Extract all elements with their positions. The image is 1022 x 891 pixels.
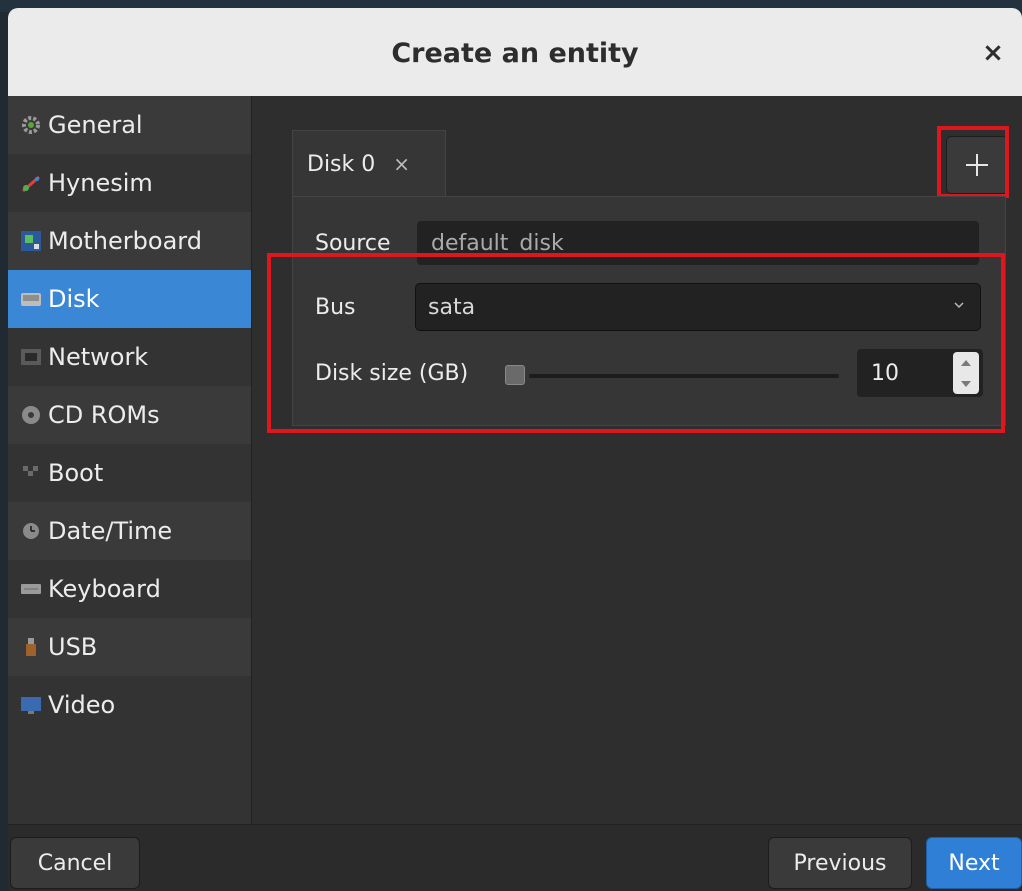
sidebar-item-usb[interactable]: USB	[8, 618, 251, 676]
tab-close-icon[interactable]: ×	[393, 152, 410, 176]
sidebar-item-disk[interactable]: Disk	[8, 270, 251, 328]
sidebar-item-label: Date/Time	[48, 517, 173, 545]
disk-icon	[20, 288, 42, 310]
highlight-box-disk-settings	[267, 253, 1005, 433]
close-icon[interactable]: ×	[978, 38, 1008, 68]
keyboard-icon	[20, 578, 42, 600]
content-area: Disk 0 × Source default_disk Bus sata Di…	[252, 96, 1022, 824]
sidebar-item-date-time[interactable]: Date/Time	[8, 502, 251, 560]
monitor-icon	[20, 694, 42, 716]
sidebar-item-label: Boot	[48, 459, 104, 487]
dialog-titlebar: Create an entity ×	[8, 8, 1022, 97]
clock-icon	[20, 520, 42, 542]
sidebar-item-label: Network	[48, 343, 149, 371]
sidebar-item-label: Motherboard	[48, 227, 202, 255]
sidebar-item-general[interactable]: General	[8, 96, 251, 154]
sidebar: General Hynesim Motherboard Disk Network	[8, 96, 252, 824]
dialog-footer: Cancel Previous Next	[8, 824, 1022, 891]
sidebar-item-label: Disk	[48, 285, 100, 313]
network-icon	[20, 346, 42, 368]
sidebar-item-network[interactable]: Network	[8, 328, 251, 386]
create-entity-dialog: Create an entity × General Hynesim Mothe…	[8, 8, 1022, 891]
sidebar-item-label: CD ROMs	[48, 401, 160, 429]
sidebar-item-hynesim[interactable]: Hynesim	[8, 154, 251, 212]
sidebar-item-keyboard[interactable]: Keyboard	[8, 560, 251, 618]
sidebar-item-video[interactable]: Video	[8, 676, 251, 734]
sidebar-item-motherboard[interactable]: Motherboard	[8, 212, 251, 270]
sidebar-item-label: Keyboard	[48, 575, 161, 603]
sidebar-item-boot[interactable]: Boot	[8, 444, 251, 502]
sidebar-item-cd-roms[interactable]: CD ROMs	[8, 386, 251, 444]
source-value: default_disk	[431, 230, 564, 256]
next-button[interactable]: Next	[926, 837, 1022, 889]
previous-button[interactable]: Previous	[768, 837, 912, 889]
sidebar-item-label: Hynesim	[48, 169, 153, 197]
sidebar-item-label: General	[48, 111, 143, 139]
hynesim-icon	[20, 172, 42, 194]
tab-disk-0[interactable]: Disk 0 ×	[292, 130, 446, 197]
cdrom-icon	[20, 404, 42, 426]
boot-icon	[20, 462, 42, 484]
gear-icon	[20, 114, 42, 136]
motherboard-icon	[20, 230, 42, 252]
usb-icon	[20, 636, 42, 658]
highlight-box-add-button	[937, 126, 1009, 198]
dialog-title: Create an entity	[391, 38, 639, 69]
cancel-button[interactable]: Cancel	[10, 837, 140, 889]
sidebar-item-label: Video	[48, 691, 116, 719]
sidebar-item-label: USB	[48, 633, 98, 661]
tab-label: Disk 0	[307, 151, 376, 177]
